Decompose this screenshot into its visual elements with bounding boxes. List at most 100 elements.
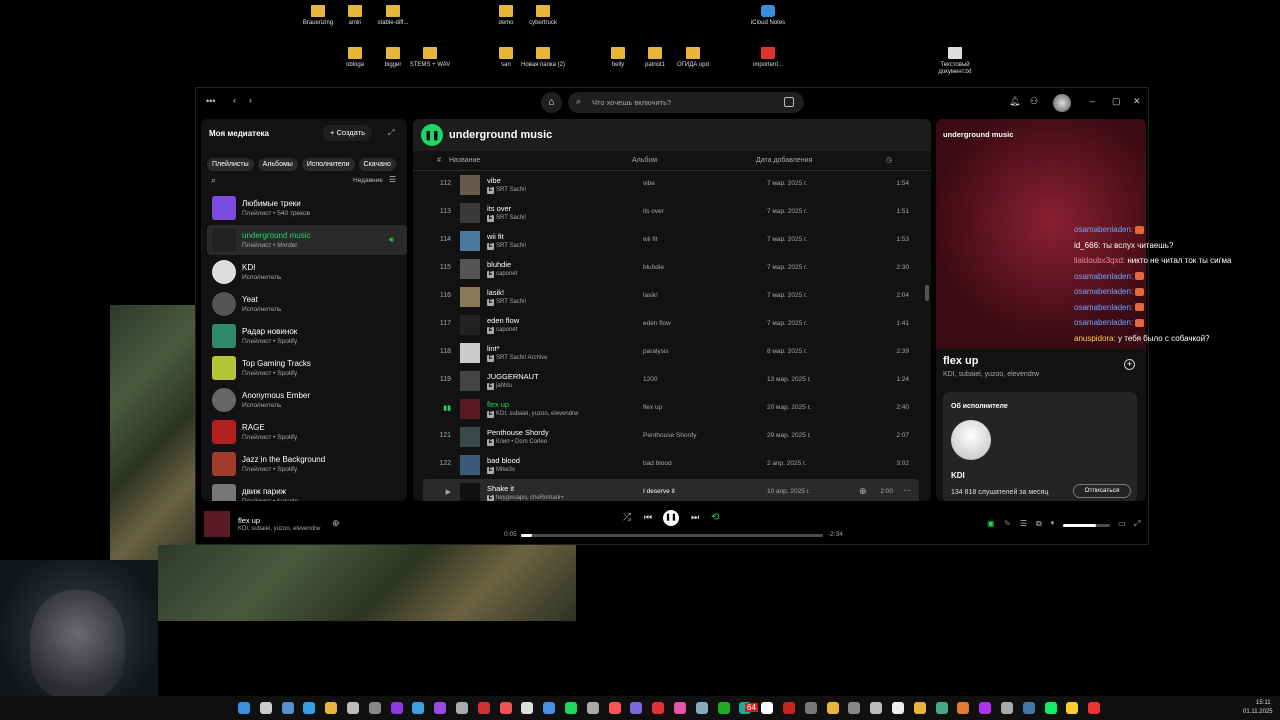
desktop-icon[interactable]: cybertruck [518, 5, 568, 27]
track-artist[interactable]: caponet [496, 271, 517, 277]
col-title[interactable]: Название [449, 157, 480, 164]
library-item[interactable]: Радар новинок Плейлист • Spotify [207, 321, 407, 351]
track-album[interactable]: Penthouse Shordy [643, 432, 696, 439]
track-artist[interactable]: heygwuapo, cheRomani+ [496, 495, 564, 501]
track-artist-line[interactable]: Ecaponet [487, 271, 517, 278]
player-play-pause-button[interactable]: ❚❚ [663, 510, 679, 526]
next-icon[interactable]: ⏭ [691, 512, 699, 523]
taskbar-app-icon[interactable] [674, 702, 686, 714]
track-artist[interactable]: SRT Sachi! [496, 243, 526, 249]
taskbar-app-icon[interactable] [848, 702, 861, 714]
track-album[interactable]: lasik! [643, 292, 658, 299]
track-artist-line[interactable]: E SRT Sachi! [487, 215, 526, 222]
filter-artists[interactable]: Исполнители [301, 158, 355, 171]
library-item[interactable]: Yeat Исполнитель [207, 289, 407, 319]
taskbar-app-icon[interactable] [892, 702, 904, 714]
chat-username[interactable]: osamabenladen: [1074, 225, 1133, 234]
table-row[interactable]: 113 its over E SRT Sachi! its over 7 мар. 202… [423, 199, 919, 227]
add-to-library-icon[interactable]: ⊕ [332, 518, 340, 529]
track-artist-line[interactable]: E SRT Sachi! Archive [487, 355, 547, 362]
taskbar-app-icon[interactable] [608, 702, 621, 714]
more-options-icon[interactable]: ··· [903, 486, 911, 495]
player-cover[interactable] [204, 511, 230, 537]
table-row[interactable]: 122 bad blood E Mike3x bad blood 2 апр. 2025 … [423, 451, 919, 479]
np-track-title[interactable]: flex up [943, 355, 978, 367]
shuffle-icon[interactable]: ⤮ [623, 512, 631, 523]
taskbar-app-icon[interactable] [543, 702, 556, 714]
chat-username[interactable]: osamabenladen: [1074, 303, 1133, 312]
sort-label[interactable]: Недавние [353, 177, 383, 184]
track-artist[interactable]: SRT Sachi! [496, 299, 526, 305]
table-row[interactable]: 116 lasik! E SRT Sachi! lasik! 7 мар. 2025 г.… [423, 283, 919, 311]
track-artist-line[interactable]: E SRT Sachi! [487, 243, 526, 250]
taskbar-app-icon[interactable] [1022, 702, 1035, 714]
track-title[interactable]: Penthouse Shordy [487, 428, 549, 437]
track-album[interactable]: flex up [643, 404, 662, 411]
taskbar-app-icon[interactable] [347, 702, 359, 714]
library-item[interactable]: RAGE Плейлист • Spotify [207, 417, 407, 447]
track-title[interactable]: vibe [487, 176, 501, 185]
now-playing-view-icon[interactable]: ▣ [987, 519, 995, 528]
track-artist-line[interactable]: Ejahhlu [487, 383, 512, 390]
table-row[interactable]: 118 lint* E SRT Sachi! Archive paralysis 8 ма… [423, 339, 919, 367]
desktop-icon[interactable]: iCloud Notes [743, 5, 793, 27]
track-artist[interactable]: caponet [496, 327, 517, 333]
home-button[interactable]: ⌂ [541, 92, 562, 113]
chat-username[interactable]: osamabenladen: [1074, 272, 1133, 281]
track-album[interactable]: eden flow [643, 320, 671, 327]
desktop-icon[interactable]: Текстовый документ.txt [930, 47, 980, 76]
taskbar-app-icon[interactable] [303, 702, 316, 714]
table-row[interactable]: ▮▮ flex up E KDI, subaiel, yuzoo, elevendrw… [423, 395, 919, 423]
taskbar-app-icon[interactable] [652, 702, 665, 714]
close-icon[interactable]: ✕ [1133, 96, 1141, 107]
avatar[interactable] [1053, 94, 1071, 112]
track-artist[interactable]: SRT Sachi! [496, 187, 526, 193]
repeat-icon[interactable]: ⟲ [711, 512, 719, 523]
filter-playlists[interactable]: Плейлисты [207, 158, 254, 171]
scrollbar[interactable] [925, 285, 929, 301]
previous-icon[interactable]: ⏮ [644, 512, 652, 523]
expand-icon[interactable]: ⤢ [388, 128, 394, 138]
track-artist[interactable]: KDI, subaiel, yuzoo, elevendrw [496, 411, 578, 417]
taskbar-app-icon[interactable] [434, 702, 447, 714]
taskbar-app-icon[interactable] [368, 702, 381, 714]
col-date[interactable]: Дата добавления [756, 157, 812, 164]
unfollow-button[interactable]: Отписаться [1073, 484, 1131, 498]
taskbar-app-icon[interactable] [761, 702, 774, 714]
create-button[interactable]: + Создать [323, 125, 372, 141]
taskbar-app-icon[interactable] [913, 702, 926, 714]
taskbar-app-icon[interactable] [565, 702, 577, 714]
track-title[interactable]: eden flow [487, 316, 519, 325]
fullscreen-icon[interactable]: ⤢ [1134, 519, 1140, 529]
track-title[interactable]: wii fit [487, 232, 504, 241]
filter-albums[interactable]: Альбомы [257, 158, 298, 171]
track-title[interactable]: flex up [487, 400, 509, 409]
taskbar-app-icon[interactable] [390, 702, 403, 714]
taskbar-app-icon[interactable] [717, 702, 730, 714]
track-title[interactable]: bluhdie [487, 260, 511, 269]
add-icon[interactable]: + [1124, 359, 1135, 370]
clock-date[interactable]: 01.11.2025 [1243, 709, 1273, 715]
track-album[interactable]: bad blood [643, 460, 672, 467]
taskbar-app-icon[interactable] [238, 702, 250, 714]
maximize-icon[interactable]: ▢ [1112, 96, 1121, 107]
bell-icon[interactable]: 🔔︎ [1009, 96, 1020, 107]
table-row[interactable]: 119 JUGGERNAUT Ejahhlu 1200 13 мар. 2025 г. 1… [423, 367, 919, 395]
track-artist[interactable]: Клип • Dom Corleo [496, 439, 547, 445]
track-artist[interactable]: SRT Sachi! [496, 215, 526, 221]
table-row[interactable]: 112 vibe E SRT Sachi! vibe 7 мар. 2025 г. 1:54 [423, 171, 919, 199]
clock-time[interactable]: 15:11 [1256, 700, 1271, 706]
track-album[interactable]: vibe [643, 180, 655, 187]
add-track-icon[interactable]: ⊕ [859, 486, 867, 497]
taskbar-app-icon[interactable] [979, 702, 992, 714]
track-artist-line[interactable]: Ecaponet [487, 327, 517, 334]
search-input[interactable]: Что хочешь включить? [592, 98, 671, 107]
player-artists[interactable]: KDI, subaiel, yuzoo, elevendrw [238, 526, 320, 532]
library-item[interactable]: Jazz in the Background Плейлист • Spotify [207, 449, 407, 479]
track-artist-line[interactable]: E KDI, subaiel, yuzoo, elevendrw [487, 411, 578, 418]
col-album[interactable]: Альбом [632, 157, 657, 164]
friends-icon[interactable]: ⚇ [1030, 96, 1038, 107]
chat-username[interactable]: id_666: [1074, 241, 1100, 250]
artist-name[interactable]: KDI [951, 471, 965, 480]
taskbar-app-icon[interactable] [935, 702, 948, 714]
